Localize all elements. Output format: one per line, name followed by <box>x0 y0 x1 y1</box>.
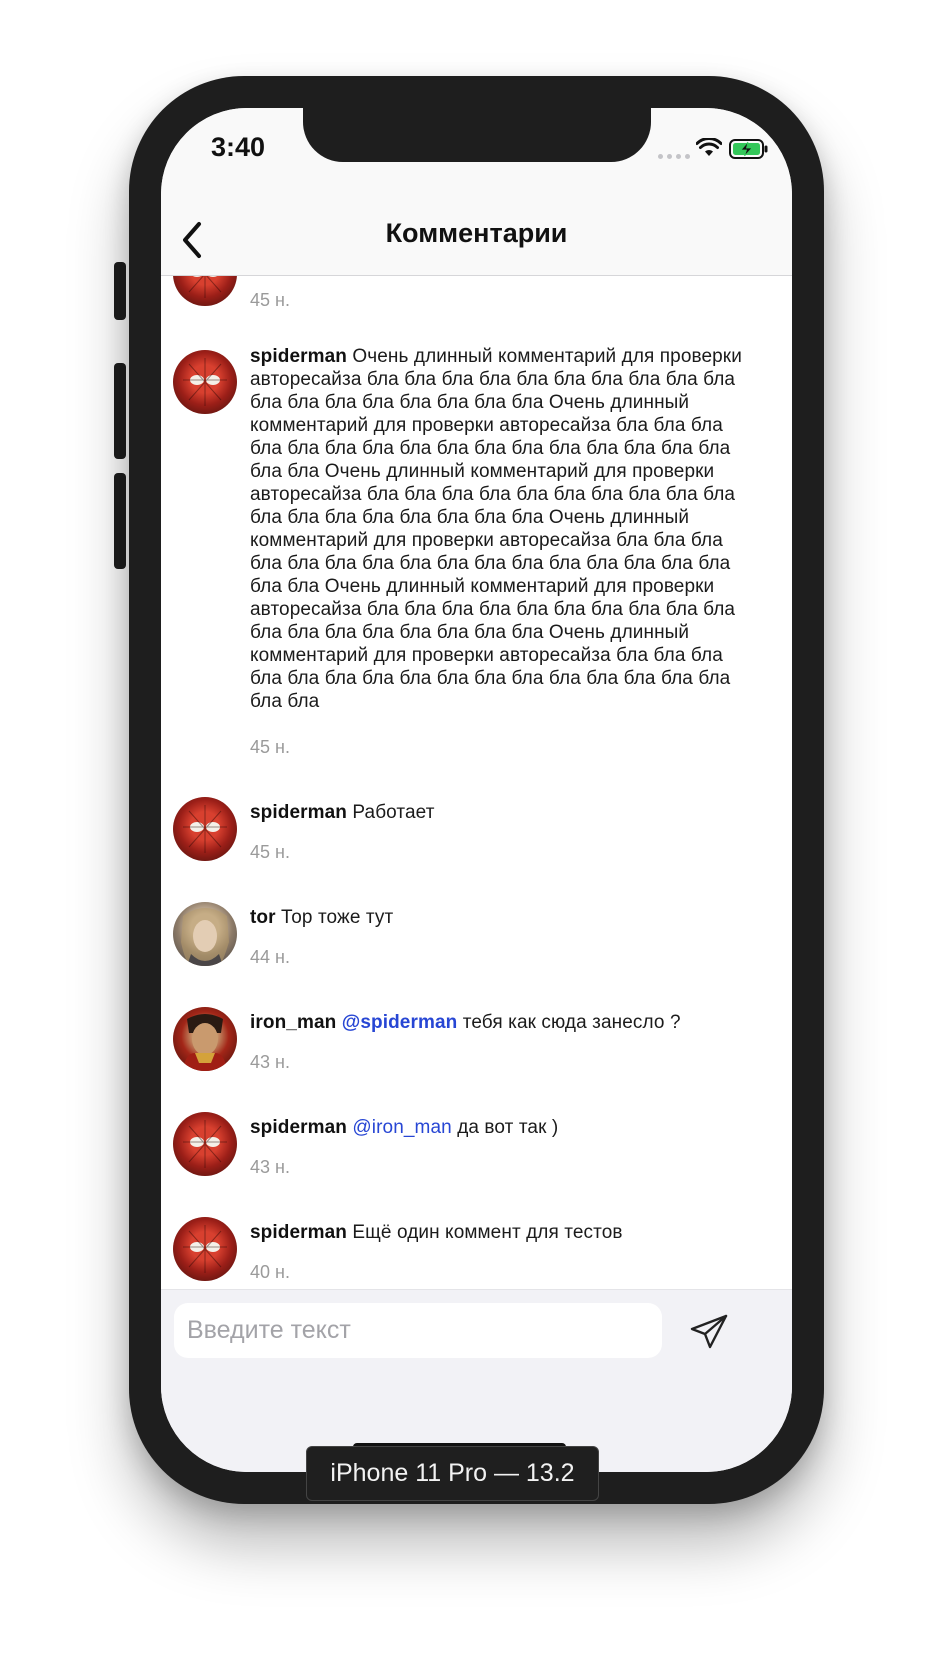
comment-timestamp: 45 н. <box>250 290 290 310</box>
comment-timestamp: 45 н. <box>250 737 290 757</box>
comment-text: spiderman Работает <box>250 801 750 824</box>
comment-username[interactable]: spiderman <box>250 1222 347 1243</box>
spiderman-avatar[interactable] <box>173 1217 237 1281</box>
iphone-frame: Комментарии 3:40 45 н. spiderman Очень д… <box>129 76 824 1504</box>
comment-body: Ещё один коммент для тестов <box>352 1222 623 1243</box>
send-button[interactable] <box>687 1310 731 1354</box>
comment-username[interactable]: iron_man <box>250 1012 336 1033</box>
status-time: 3:40 <box>211 132 266 162</box>
notch <box>303 108 651 162</box>
comment-body: Тор тоже тут <box>281 907 394 928</box>
spiderman-avatar[interactable] <box>173 350 237 414</box>
comment-mention[interactable]: @spiderman <box>342 1012 458 1033</box>
comment-text: iron_man @spiderman тебя как сюда занесл… <box>250 1011 750 1034</box>
comment-username[interactable]: tor <box>250 907 276 928</box>
comment-input[interactable] <box>174 1303 662 1358</box>
silent-switch <box>114 262 126 320</box>
spiderman-avatar[interactable] <box>173 276 237 306</box>
tor-avatar[interactable] <box>173 902 237 966</box>
comment-username[interactable]: spiderman <box>250 1117 347 1138</box>
comment-body: Работает <box>352 802 435 823</box>
battery-charging-icon <box>729 139 768 159</box>
comment-username[interactable]: spiderman <box>250 802 347 823</box>
comment-timestamp: 43 н. <box>250 1052 290 1072</box>
device-label: iPhone 11 Pro — 13.2 <box>306 1446 599 1501</box>
wifi-icon <box>696 138 722 156</box>
comment-text: spiderman @iron_man да вот так ) <box>250 1116 750 1139</box>
comment-text: tor Тор тоже тут <box>250 906 750 929</box>
volume-down-button <box>114 473 126 569</box>
comment-username[interactable]: spiderman <box>250 346 347 367</box>
comment-mention[interactable]: @iron_man <box>352 1117 451 1138</box>
spiderman-avatar[interactable] <box>173 797 237 861</box>
comment-text: spiderman Ещё один коммент для тестов <box>250 1221 750 1244</box>
comments-list[interactable]: 45 н. spiderman Очень длинный комментари… <box>161 276 792 1289</box>
paper-plane-icon <box>690 1314 728 1349</box>
comment-timestamp: 40 н. <box>250 1262 290 1282</box>
comment-text: spiderman Очень длинный комментарий для … <box>250 345 750 713</box>
iron-man-avatar[interactable] <box>173 1007 237 1071</box>
page-title: Комментарии <box>385 218 568 248</box>
comment-body: да вот так ) <box>457 1117 559 1138</box>
cellular-signal-icon <box>658 154 690 159</box>
comment-timestamp: 44 н. <box>250 947 290 967</box>
comment-timestamp: 43 н. <box>250 1157 290 1177</box>
comment-body: Очень длинный комментарий для проверки а… <box>250 346 742 712</box>
screen: Комментарии 3:40 45 н. spiderman Очень д… <box>161 108 792 1472</box>
volume-up-button <box>114 363 126 459</box>
comment-body: тебя как сюда занесло ? <box>462 1012 681 1033</box>
spiderman-avatar[interactable] <box>173 1112 237 1176</box>
comment-timestamp: 45 н. <box>250 842 290 862</box>
